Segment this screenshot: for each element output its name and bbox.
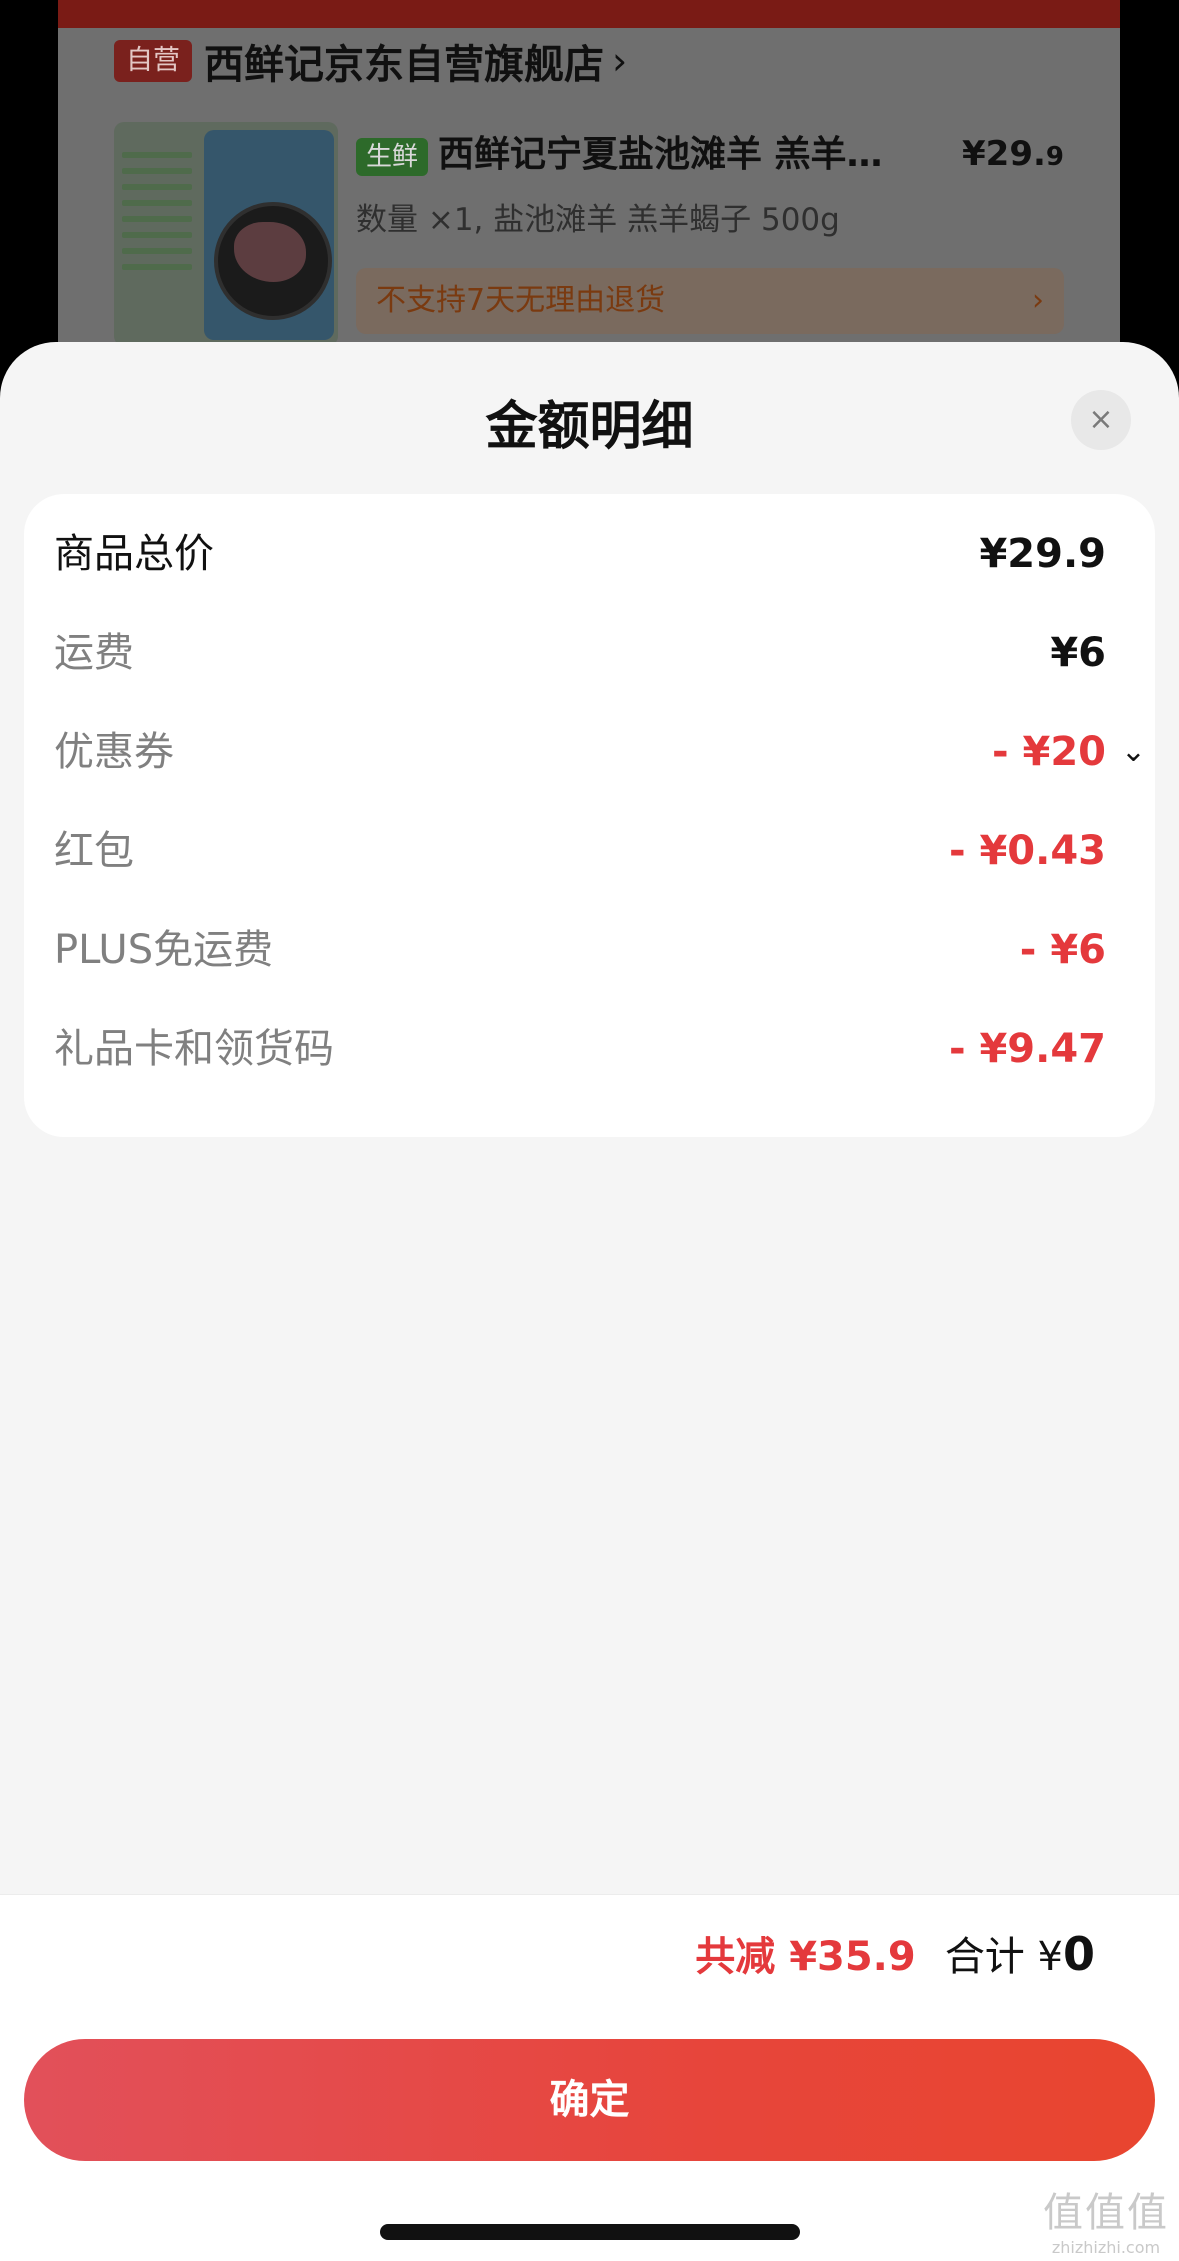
row-label: 运费 bbox=[54, 630, 134, 676]
close-button[interactable]: × bbox=[1071, 390, 1131, 450]
row-plus-free-shipping: PLUS免运费 - ¥6 bbox=[54, 910, 1124, 990]
chevron-down-icon[interactable]: ⌄ bbox=[1121, 712, 1146, 792]
total-reduction: 共减 ¥35.9 bbox=[695, 1934, 916, 1980]
watermark-logo: 值值值 bbox=[1043, 2190, 1169, 2236]
row-goods-total: 商品总价 ¥29.9 bbox=[54, 514, 1124, 594]
return-policy-bar[interactable]: 不支持7天无理由退货 › bbox=[356, 268, 1064, 334]
product-package-label bbox=[122, 142, 192, 322]
home-indicator[interactable] bbox=[380, 2224, 800, 2240]
total-label: 合计 ¥ bbox=[944, 1934, 1063, 1980]
row-label: 红包 bbox=[54, 828, 134, 874]
background-order-card: 自营 西鲜记京东自营旗舰店 › 生鲜 西鲜记宁夏盐池滩羊 羔羊… ¥29.9 数… bbox=[58, 0, 1120, 400]
store-name: 西鲜记京东自营旗舰店 bbox=[204, 42, 604, 88]
fresh-tag: 生鲜 bbox=[356, 138, 429, 176]
row-label: 礼品卡和领货码 bbox=[54, 1026, 334, 1072]
row-label: 商品总价 bbox=[54, 531, 214, 577]
row-red-packet: 红包 - ¥0.43 bbox=[54, 811, 1124, 891]
row-value: - ¥9.47 bbox=[948, 1026, 1106, 1072]
row-label: 优惠券 bbox=[54, 729, 174, 775]
sheet-title: 金额明细 bbox=[485, 397, 694, 457]
summary-text: 共减 ¥35.9 合计 ¥0 bbox=[695, 1907, 1095, 2012]
amount-detail-sheet: 金额明细 × 商品总价 ¥29.9 运费 ¥6 优惠券 - ¥20 ⌄ 红包 -… bbox=[0, 342, 1179, 2261]
close-icon: × bbox=[1088, 402, 1114, 437]
row-value: - ¥6 bbox=[1019, 927, 1106, 973]
row-value: ¥29.9 bbox=[979, 531, 1106, 577]
row-value: - ¥20 bbox=[991, 729, 1106, 775]
row-gift-card: 礼品卡和领货码 - ¥9.47 bbox=[54, 1009, 1124, 1089]
return-policy-text: 不支持7天无理由退货 bbox=[376, 283, 666, 318]
amount-detail-card: 商品总价 ¥29.9 运费 ¥6 优惠券 - ¥20 ⌄ 红包 - ¥0.43 … bbox=[24, 494, 1155, 1137]
product-price: ¥29.9 bbox=[962, 134, 1064, 174]
self-operated-badge: 自营 bbox=[114, 40, 192, 82]
row-label: PLUS免运费 bbox=[54, 927, 274, 973]
product-spec: 数量 ×1, 盐池滩羊 羔羊蝎子 500g bbox=[356, 202, 840, 238]
product-price-main: ¥29. bbox=[962, 134, 1046, 174]
total-amount: 0 bbox=[1062, 1927, 1095, 1981]
chevron-right-icon: › bbox=[612, 39, 628, 83]
product-price-decimal: 9 bbox=[1045, 142, 1064, 172]
store-row[interactable]: 自营 西鲜记京东自营旗舰店 › bbox=[114, 38, 628, 88]
row-coupon[interactable]: 优惠券 - ¥20 ⌄ bbox=[54, 712, 1146, 792]
row-shipping: 运费 ¥6 bbox=[54, 613, 1124, 693]
order-top-banner bbox=[58, 0, 1120, 28]
row-value: ¥6 bbox=[1050, 630, 1106, 676]
watermark: 值值值 zhizhizhi.com bbox=[1043, 2180, 1169, 2257]
chevron-right-icon: › bbox=[1032, 283, 1044, 318]
confirm-button[interactable]: 确定 bbox=[24, 2039, 1155, 2161]
watermark-site: zhizhizhi.com bbox=[1051, 2238, 1161, 2257]
row-value: - ¥0.43 bbox=[948, 828, 1106, 874]
product-title[interactable]: 西鲜记宁夏盐池滩羊 羔羊… bbox=[438, 130, 978, 180]
product-image[interactable] bbox=[114, 122, 338, 346]
